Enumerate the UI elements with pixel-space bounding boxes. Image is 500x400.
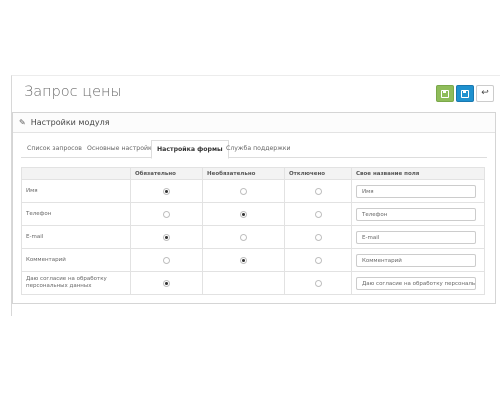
back-button[interactable]: ↩: [476, 85, 494, 102]
radio-required-cell: [130, 248, 203, 272]
table-row: Имя Имя: [21, 179, 485, 203]
form-fields-table: Обязательно Необязательно Отключено Свое…: [21, 167, 485, 295]
table-row: E-mail E-mail: [21, 225, 485, 249]
radio-optional[interactable]: [240, 187, 247, 195]
floppy-disk-icon: [461, 89, 469, 98]
pencil-icon: ✎: [19, 118, 26, 127]
tab-form-settings[interactable]: Настройка формы: [151, 140, 229, 159]
tab-requests-list[interactable]: Список запросов: [27, 140, 82, 156]
radio-required-cell: [130, 271, 203, 295]
custom-name-input[interactable]: Даю согласие на обработку персональных д…: [356, 276, 476, 290]
radio-required[interactable]: [163, 187, 170, 195]
column-header: Отключено: [284, 167, 352, 180]
field-label: Даю согласие на обработку персональных д…: [21, 271, 131, 295]
radio-optional-cell: [202, 202, 285, 226]
custom-name-input[interactable]: E-mail: [356, 230, 476, 244]
radio-disabled-cell: [284, 271, 352, 295]
column-header: [21, 167, 131, 180]
radio-disabled[interactable]: [314, 210, 322, 218]
table-row: Комментарий Комментарий: [21, 248, 485, 272]
custom-name-input[interactable]: Телефон: [356, 207, 476, 221]
field-label-line: Даю согласие на обработку: [26, 276, 107, 282]
column-header: Необязательно: [202, 167, 285, 180]
table-row: Даю согласие на обработку персональных д…: [21, 271, 485, 295]
field-label: Телефон: [21, 202, 131, 226]
radio-optional-cell: [202, 248, 285, 272]
tab-bar: Список запросов Основные настройки Настр…: [21, 140, 487, 159]
panel-heading-label: Настройки модуля: [30, 118, 110, 127]
radio-required[interactable]: [163, 233, 170, 241]
column-header: Свое название поля: [351, 167, 485, 180]
radio-disabled[interactable]: [314, 279, 322, 287]
table-header-row: Обязательно Необязательно Отключено Свое…: [21, 167, 485, 180]
field-label-line: персональных данных: [26, 283, 92, 289]
custom-name-cell: Комментарий: [351, 248, 485, 272]
custom-name-cell: E-mail: [351, 225, 485, 249]
radio-optional-cell: [202, 179, 285, 203]
radio-optional[interactable]: [240, 210, 247, 218]
radio-required-cell: [130, 225, 203, 249]
radio-optional[interactable]: [240, 233, 247, 241]
panel-heading: ✎ Настройки модуля: [13, 113, 495, 133]
column-header: Обязательно: [130, 167, 203, 180]
table-row: Телефон Телефон: [21, 202, 485, 226]
custom-name-cell: Даю согласие на обработку персональных д…: [351, 271, 485, 295]
radio-required[interactable]: [163, 210, 170, 218]
radio-disabled-cell: [284, 202, 352, 226]
radio-optional-cell: [202, 271, 285, 295]
save-button[interactable]: [436, 85, 454, 102]
radio-disabled[interactable]: [314, 187, 322, 195]
settings-panel: ✎ Настройки модуля Список запросов Основ…: [12, 112, 496, 304]
radio-optional-cell: [202, 225, 285, 249]
radio-required[interactable]: [163, 256, 170, 264]
radio-disabled-cell: [284, 248, 352, 272]
radio-disabled-cell: [284, 179, 352, 203]
radio-required[interactable]: [163, 279, 170, 287]
tab-main-settings[interactable]: Основные настройки: [87, 140, 156, 156]
custom-name-cell: Телефон: [351, 202, 485, 226]
page-title: Запрос цены: [24, 84, 122, 100]
radio-optional[interactable]: [240, 256, 247, 264]
custom-name-cell: Имя: [351, 179, 485, 203]
radio-required-cell: [130, 202, 203, 226]
floppy-disk-icon: [441, 89, 449, 98]
custom-name-input[interactable]: Имя: [356, 184, 476, 198]
field-label: E-mail: [21, 225, 131, 249]
tab-support-service[interactable]: Служба поддержки: [226, 140, 291, 156]
custom-name-input[interactable]: Комментарий: [356, 253, 476, 267]
radio-disabled[interactable]: [314, 233, 322, 241]
field-label: Имя: [21, 179, 131, 203]
reply-arrow-icon: ↩: [481, 88, 489, 98]
field-label: Комментарий: [21, 248, 131, 272]
save-and-stay-button[interactable]: [456, 85, 474, 102]
radio-disabled-cell: [284, 225, 352, 249]
radio-disabled[interactable]: [314, 256, 322, 264]
radio-required-cell: [130, 179, 203, 203]
